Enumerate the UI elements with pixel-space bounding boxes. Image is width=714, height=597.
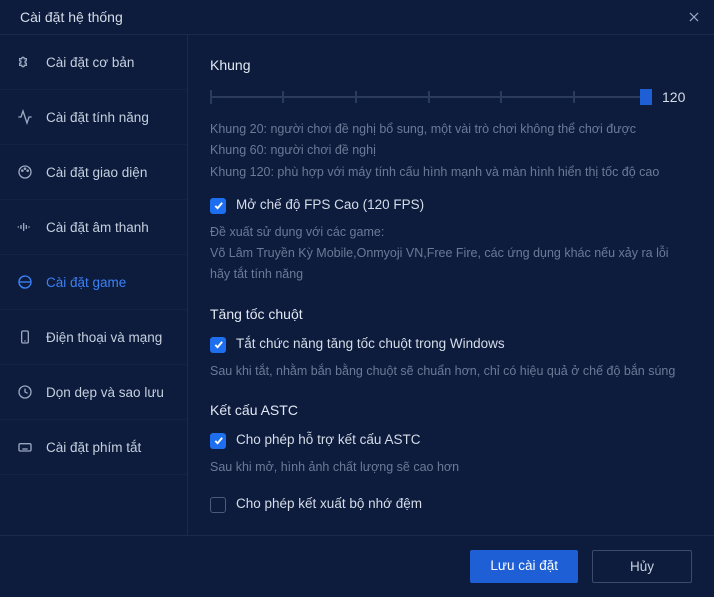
sidebar-item-label: Cài đặt game	[46, 275, 126, 290]
mouse-accel-checkbox[interactable]	[210, 337, 226, 353]
sidebar-item-basic[interactable]: Cài đặt cơ bản	[0, 35, 187, 90]
palette-icon	[16, 163, 34, 181]
window-title: Cài đặt hệ thống	[20, 9, 123, 25]
sound-icon	[16, 218, 34, 236]
sidebar-item-game[interactable]: Cài đặt game	[0, 255, 187, 310]
frame-hint-20: Khung 20: người chơi đề nghị bổ sung, mộ…	[210, 119, 692, 140]
cache-checkbox[interactable]	[210, 497, 226, 513]
sidebar-item-label: Cài đặt giao diện	[46, 165, 147, 180]
fps-high-checkbox[interactable]	[210, 198, 226, 214]
astc-heading: Kết cấu ASTC	[210, 402, 692, 418]
sidebar-item-label: Cài đặt âm thanh	[46, 220, 149, 235]
save-button[interactable]: Lưu cài đặt	[470, 550, 578, 583]
sidebar-item-label: Cài đặt cơ bản	[46, 55, 134, 70]
sidebar: Cài đặt cơ bản Cài đặt tính năng Cài đặt…	[0, 35, 188, 535]
sidebar-item-label: Điện thoại và mạng	[46, 330, 162, 345]
game-icon	[16, 273, 34, 291]
cancel-button[interactable]: Hủy	[592, 550, 692, 583]
frame-value: 120	[662, 89, 692, 105]
keyboard-icon	[16, 438, 34, 456]
astc-hint: Sau khi mở, hình ảnh chất lượng sẽ cao h…	[210, 457, 692, 478]
slider-thumb[interactable]	[640, 89, 652, 105]
sidebar-item-cleanup-backup[interactable]: Dọn dẹp và sao lưu	[0, 365, 187, 420]
mouse-heading: Tăng tốc chuột	[210, 306, 692, 322]
sidebar-item-phone-network[interactable]: Điện thoại và mạng	[0, 310, 187, 365]
sidebar-item-interface[interactable]: Cài đặt giao diện	[0, 145, 187, 200]
activity-icon	[16, 108, 34, 126]
footer: Lưu cài đặt Hủy	[0, 535, 714, 597]
mouse-accel-label: Tắt chức năng tăng tốc chuột trong Windo…	[236, 336, 505, 351]
frame-slider[interactable]	[210, 87, 646, 107]
puzzle-icon	[16, 53, 34, 71]
fps-hint-body: Võ Lâm Truyền Kỳ Mobile,Onmyoji VN,Free …	[210, 243, 692, 286]
sidebar-item-features[interactable]: Cài đặt tính năng	[0, 90, 187, 145]
fps-hint-title: Đề xuất sử dụng với các game:	[210, 222, 692, 243]
mouse-hint: Sau khi tắt, nhằm bắn bằng chuột sẽ chuẩ…	[210, 361, 692, 382]
sidebar-item-label: Dọn dẹp và sao lưu	[46, 385, 164, 400]
sidebar-item-shortcuts[interactable]: Cài đặt phím tắt	[0, 420, 187, 475]
main-panel: Khung 120 Khung 20: người chơi đề nghị b…	[188, 35, 714, 535]
frame-hint-60: Khung 60: người chơi đề nghị	[210, 140, 692, 161]
sidebar-item-audio[interactable]: Cài đặt âm thanh	[0, 200, 187, 255]
close-button[interactable]	[686, 9, 702, 25]
history-icon	[16, 383, 34, 401]
cache-label: Cho phép kết xuất bộ nhớ đệm	[236, 496, 422, 511]
sidebar-item-label: Cài đặt tính năng	[46, 110, 149, 125]
astc-checkbox[interactable]	[210, 433, 226, 449]
astc-label: Cho phép hỗ trợ kết cấu ASTC	[236, 432, 420, 447]
titlebar: Cài đặt hệ thống	[0, 0, 714, 35]
fps-high-label: Mở chế độ FPS Cao (120 FPS)	[236, 197, 424, 212]
frame-hint-120: Khung 120: phù hợp với máy tính cấu hình…	[210, 162, 692, 183]
sidebar-item-label: Cài đặt phím tắt	[46, 440, 141, 455]
frame-heading: Khung	[210, 57, 692, 73]
phone-icon	[16, 328, 34, 346]
